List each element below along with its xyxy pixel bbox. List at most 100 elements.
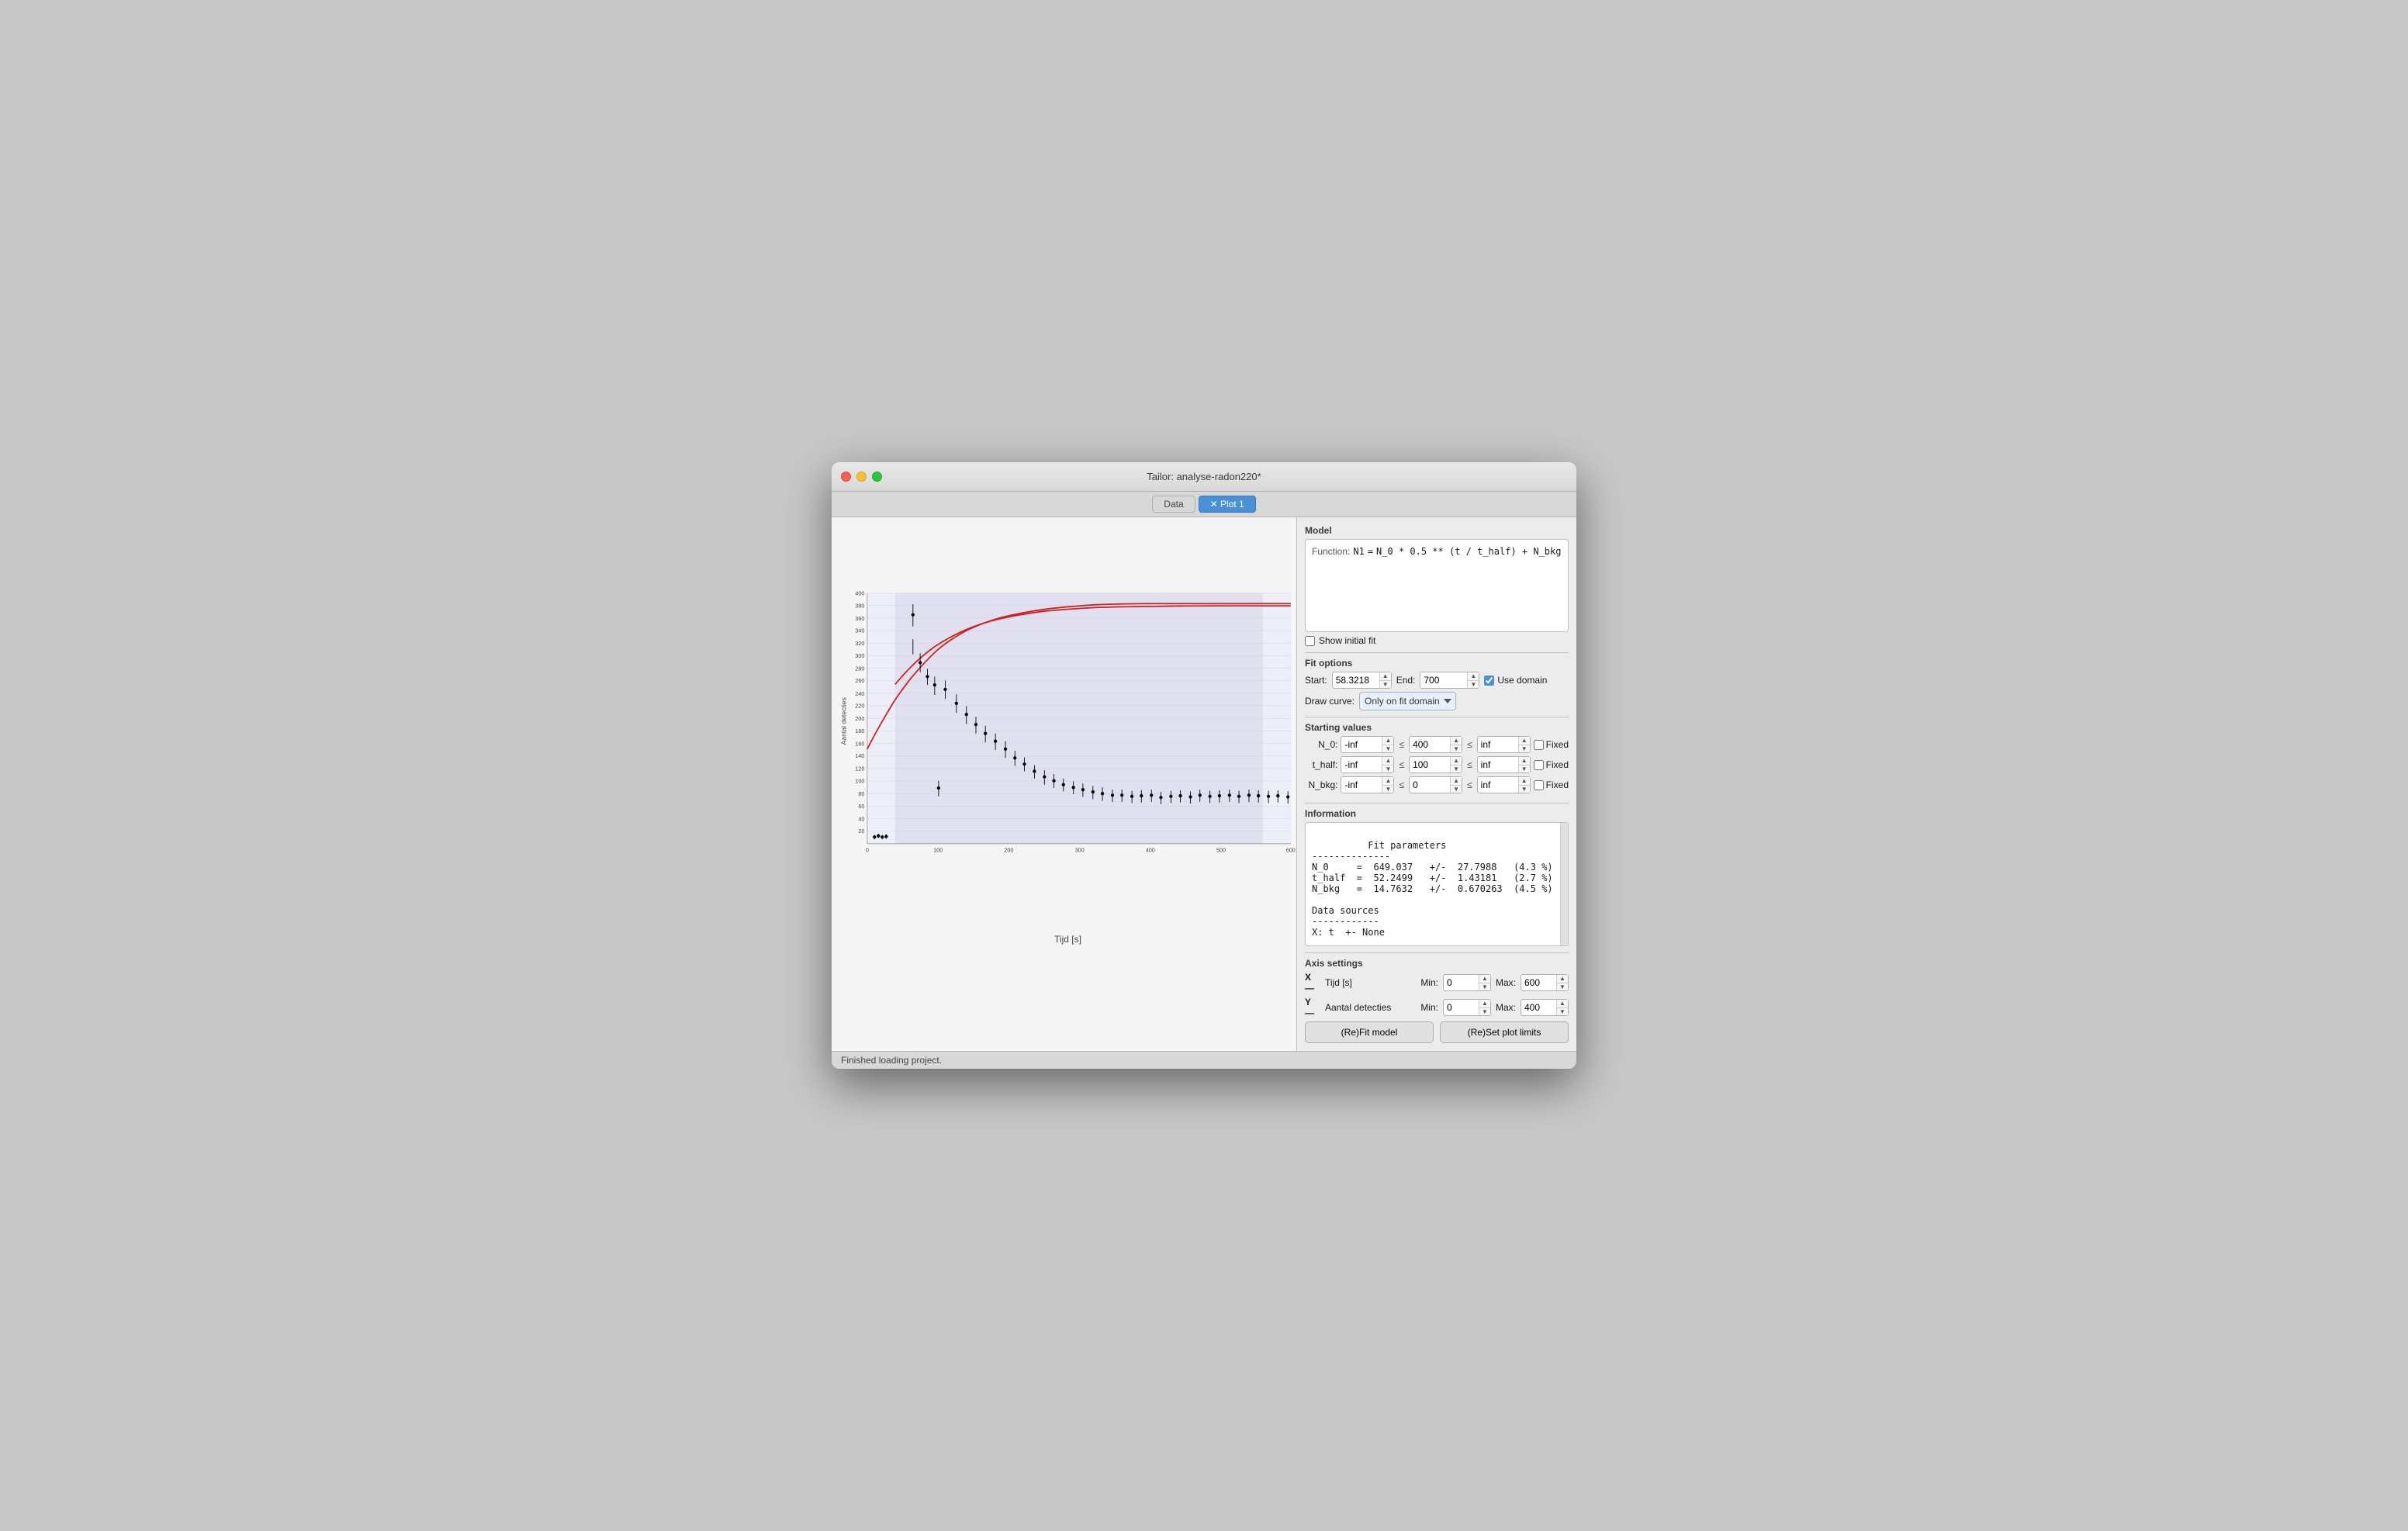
tab-bar: Data ✕ Plot 1 bbox=[832, 492, 1576, 517]
param-n0-min-spinbox[interactable]: ▲ ▼ bbox=[1341, 736, 1394, 753]
end-spinbox[interactable]: ▲ ▼ bbox=[1420, 672, 1479, 689]
param-thalf-min-up[interactable]: ▲ bbox=[1382, 757, 1393, 766]
param-n0-min-up[interactable]: ▲ bbox=[1382, 737, 1393, 745]
tab-data[interactable]: Data bbox=[1152, 496, 1195, 513]
x-axis-label: Tijd [s] bbox=[839, 934, 1296, 945]
param-thalf-max-down[interactable]: ▼ bbox=[1519, 766, 1530, 773]
param-nbkg-min-input[interactable] bbox=[1341, 778, 1382, 792]
param-n0-val-down[interactable]: ▼ bbox=[1451, 745, 1462, 753]
x-min-input[interactable] bbox=[1444, 976, 1479, 990]
y-axis-symbol: Y — bbox=[1305, 997, 1320, 1018]
svg-text:40: 40 bbox=[858, 816, 864, 822]
y-axis-name: Aantal detecties bbox=[1325, 1002, 1416, 1013]
param-thalf-min-spinbox[interactable]: ▲ ▼ bbox=[1341, 756, 1394, 773]
svg-text:120: 120 bbox=[855, 766, 864, 772]
param-nbkg-val-up[interactable]: ▲ bbox=[1451, 777, 1462, 786]
param-thalf-val-up[interactable]: ▲ bbox=[1451, 757, 1462, 766]
param-thalf-max-up[interactable]: ▲ bbox=[1519, 757, 1530, 766]
y-max-up[interactable]: ▲ bbox=[1557, 1000, 1568, 1008]
end-up-arrow[interactable]: ▲ bbox=[1468, 672, 1479, 681]
fixed-label-1: Fixed bbox=[1546, 759, 1569, 770]
close-button[interactable] bbox=[841, 472, 851, 482]
svg-text:180: 180 bbox=[855, 728, 864, 734]
param-nbkg-val-input[interactable] bbox=[1410, 778, 1450, 792]
x-max-up[interactable]: ▲ bbox=[1557, 975, 1568, 983]
y-min-spinbox[interactable]: ▲ ▼ bbox=[1443, 999, 1491, 1016]
param-n0-min-input[interactable] bbox=[1341, 738, 1382, 752]
x-max-down[interactable]: ▼ bbox=[1557, 983, 1568, 991]
param-n0-max-spinbox[interactable]: ▲ ▼ bbox=[1477, 736, 1531, 753]
end-down-arrow[interactable]: ▼ bbox=[1468, 681, 1479, 689]
param-nbkg-val-spinbox[interactable]: ▲ ▼ bbox=[1409, 776, 1462, 793]
param-n0-val-input[interactable] bbox=[1410, 738, 1450, 752]
info-scrollbar[interactable] bbox=[1560, 823, 1568, 945]
fixed-label-0: Fixed bbox=[1546, 739, 1569, 750]
chart-svg: 400 380 360 340 320 300 280 260 240 220 … bbox=[839, 525, 1296, 928]
param-nbkg-max-spinbox[interactable]: ▲ ▼ bbox=[1477, 776, 1531, 793]
model-box: Function: N1 = N_0 * 0.5 ** (t / t_half)… bbox=[1305, 539, 1569, 632]
show-initial-row: Show initial fit bbox=[1305, 635, 1569, 646]
param-n0-val-spinbox[interactable]: ▲ ▼ bbox=[1409, 736, 1462, 753]
param-n0-fixed-checkbox[interactable] bbox=[1534, 740, 1544, 750]
param-n0-max-down[interactable]: ▼ bbox=[1519, 745, 1530, 753]
minimize-button[interactable] bbox=[856, 472, 867, 482]
maximize-button[interactable] bbox=[872, 472, 882, 482]
param-nbkg-min-spinbox[interactable]: ▲ ▼ bbox=[1341, 776, 1394, 793]
param-nbkg-min-up[interactable]: ▲ bbox=[1382, 777, 1393, 786]
reset-plot-button[interactable]: (Re)Set plot limits bbox=[1440, 1021, 1569, 1043]
start-down-arrow[interactable]: ▼ bbox=[1380, 681, 1391, 689]
param-thalf-max-spinbox[interactable]: ▲ ▼ bbox=[1477, 756, 1531, 773]
param-thalf-val-down[interactable]: ▼ bbox=[1451, 766, 1462, 773]
y-min-up[interactable]: ▲ bbox=[1479, 1000, 1490, 1008]
param-thalf-min-down[interactable]: ▼ bbox=[1382, 766, 1393, 773]
le-sym-6: ≤ bbox=[1465, 779, 1474, 790]
axis-settings-section: Axis settings X — Tijd [s] Min: ▲ ▼ Max: bbox=[1305, 952, 1569, 1043]
start-up-arrow[interactable]: ▲ bbox=[1380, 672, 1391, 681]
param-n0-max-up[interactable]: ▲ bbox=[1519, 737, 1530, 745]
param-nbkg-val-down[interactable]: ▼ bbox=[1451, 786, 1462, 793]
param-thalf-max-input[interactable] bbox=[1478, 758, 1518, 772]
svg-text:260: 260 bbox=[855, 678, 864, 684]
x-min-up[interactable]: ▲ bbox=[1479, 975, 1490, 983]
svg-text:Aantal detecties: Aantal detecties bbox=[840, 697, 848, 745]
y-max-spinbox[interactable]: ▲ ▼ bbox=[1521, 999, 1569, 1016]
axis-settings-label: Axis settings bbox=[1305, 958, 1569, 969]
y-min-down[interactable]: ▼ bbox=[1479, 1008, 1490, 1016]
x-max-input[interactable] bbox=[1521, 976, 1556, 990]
draw-curve-select[interactable]: Only on fit domain Full range bbox=[1359, 692, 1456, 710]
end-input[interactable] bbox=[1420, 673, 1467, 687]
x-max-spinbox[interactable]: ▲ ▼ bbox=[1521, 974, 1569, 991]
svg-text:60: 60 bbox=[858, 804, 864, 810]
param-nbkg-min-down[interactable]: ▼ bbox=[1382, 786, 1393, 793]
param-nbkg-max-input[interactable] bbox=[1478, 778, 1518, 792]
refit-button[interactable]: (Re)Fit model bbox=[1305, 1021, 1434, 1043]
start-input[interactable] bbox=[1333, 673, 1379, 687]
show-initial-checkbox[interactable] bbox=[1305, 636, 1315, 646]
param-thalf-val-input[interactable] bbox=[1410, 758, 1450, 772]
param-n0-val-up[interactable]: ▲ bbox=[1451, 737, 1462, 745]
end-label: End: bbox=[1396, 675, 1416, 686]
param-thalf-fixed-checkbox[interactable] bbox=[1534, 760, 1544, 770]
svg-text:80: 80 bbox=[858, 791, 864, 797]
param-thalf-min-arrows: ▲ ▼ bbox=[1382, 757, 1393, 772]
y-max-input[interactable] bbox=[1521, 1001, 1556, 1014]
tab-plot1[interactable]: ✕ Plot 1 bbox=[1199, 496, 1256, 513]
x-min-down[interactable]: ▼ bbox=[1479, 983, 1490, 991]
param-thalf-min-input[interactable] bbox=[1341, 758, 1382, 772]
param-nbkg-min-arrows: ▲ ▼ bbox=[1382, 777, 1393, 793]
param-nbkg-max-up[interactable]: ▲ bbox=[1519, 777, 1530, 786]
param-n0-max-input[interactable] bbox=[1478, 738, 1518, 752]
y-max-down[interactable]: ▼ bbox=[1557, 1008, 1568, 1016]
param-nbkg-max-down[interactable]: ▼ bbox=[1519, 786, 1530, 793]
y-min-input[interactable] bbox=[1444, 1001, 1479, 1014]
x-min-label: Min: bbox=[1420, 977, 1438, 988]
x-min-spinbox[interactable]: ▲ ▼ bbox=[1443, 974, 1491, 991]
x-max-label: Max: bbox=[1496, 977, 1516, 988]
starting-values-label: Starting values bbox=[1305, 722, 1569, 733]
start-spinbox[interactable]: ▲ ▼ bbox=[1332, 672, 1392, 689]
svg-text:600: 600 bbox=[1286, 848, 1296, 854]
param-n0-min-down[interactable]: ▼ bbox=[1382, 745, 1393, 753]
use-domain-checkbox[interactable] bbox=[1484, 676, 1494, 686]
param-thalf-val-spinbox[interactable]: ▲ ▼ bbox=[1409, 756, 1462, 773]
param-nbkg-fixed-checkbox[interactable] bbox=[1534, 780, 1544, 790]
